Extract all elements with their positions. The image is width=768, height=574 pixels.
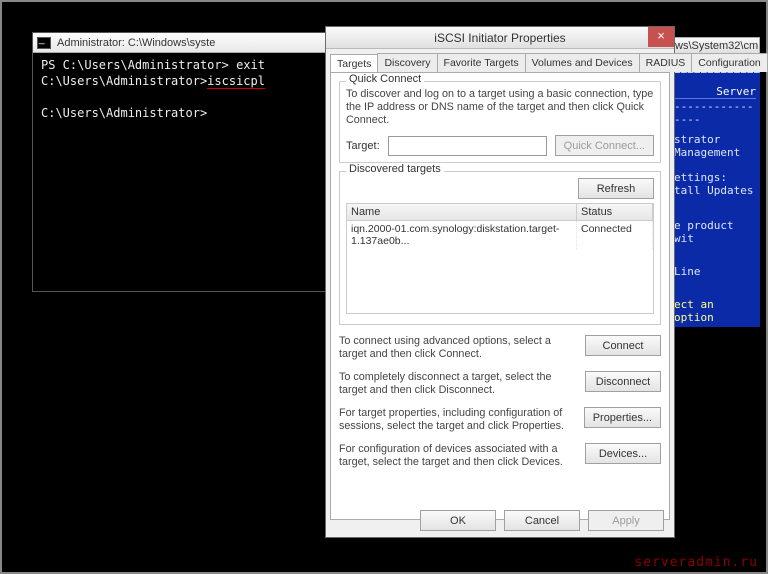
devices-text: For configuration of devices associated … [339,443,579,469]
highlighted-cmd: iscsicpl [207,74,265,89]
tab-volumes-devices[interactable]: Volumes and Devices [525,53,640,72]
quick-connect-help: To discover and log on to a target using… [346,88,654,127]
tab-configuration[interactable]: Configuration [691,53,767,72]
sconfig-title-fragment: ws\System32\cm [675,40,758,52]
refresh-button[interactable]: Refresh [578,178,654,199]
close-button[interactable]: × [648,27,674,47]
disconnect-button[interactable]: Disconnect [585,371,661,392]
apply-button[interactable]: Apply [588,510,664,531]
blue-prompt: ect an option [674,298,756,324]
quick-connect-title: Quick Connect [346,73,424,85]
targets-list[interactable]: Name Status iqn.2000-01.com.synology:dis… [346,203,654,314]
tab-discovery[interactable]: Discovery [377,53,437,72]
properties-text: For target properties, including configu… [339,407,578,433]
blue-item-4: e product wit [674,219,756,245]
console-line-0: PS C:\Users\Administrator> exit [41,58,265,72]
blue-item-3: tall Updates [674,184,756,197]
disconnect-text: To completely disconnect a target, selec… [339,371,579,397]
dialog-buttons: OK Cancel Apply [420,510,664,531]
console-icon [37,37,51,49]
table-row[interactable]: iqn.2000-01.com.synology:diskstation.tar… [347,221,653,249]
target-status-cell: Connected [577,221,653,249]
tab-favorite-targets[interactable]: Favorite Targets [437,53,526,72]
watermark: serveradmin.ru [634,555,758,570]
blue-item-6: Line [674,265,756,278]
cancel-button[interactable]: Cancel [504,510,580,531]
disconnect-row: To completely disconnect a target, selec… [339,371,661,397]
devices-button[interactable]: Devices... [585,443,661,464]
quick-connect-group: Quick Connect To discover and log on to … [339,81,661,163]
properties-button[interactable]: Properties... [584,407,661,428]
blue-divider-2: ---------------- [674,98,756,127]
connect-row: To connect using advanced options, selec… [339,335,661,361]
dialog-titlebar[interactable]: iSCSI Initiator Properties × [326,27,674,49]
target-input[interactable] [388,136,547,156]
console-line-3: C:\Users\Administrator> [41,106,207,120]
sconfig-panel[interactable]: ================ Server ----------------… [670,57,760,327]
connect-text: To connect using advanced options, selec… [339,335,579,361]
powershell-title: Administrator: C:\Windows\syste [57,37,215,49]
tab-targets[interactable]: Targets [330,54,378,73]
console-line-1: C:\Users\Administrator>iscsicpl [41,74,265,89]
blue-item-1: strator [674,133,756,146]
tab-body: Quick Connect To discover and log on to … [330,72,670,520]
ok-button[interactable]: OK [420,510,496,531]
tab-strip: Targets Discovery Favorite Targets Volum… [326,49,674,72]
quick-connect-button[interactable]: Quick Connect... [555,135,654,156]
connect-button[interactable]: Connect [585,335,661,356]
blue-item-2: Management [674,146,756,159]
devices-row: For configuration of devices associated … [339,443,661,469]
discovered-targets-title: Discovered targets [346,163,444,175]
targets-header: Name Status [347,204,653,221]
col-name-header[interactable]: Name [347,204,577,220]
close-icon: × [657,28,665,43]
discovered-targets-group: Discovered targets Refresh Name Status i… [339,171,661,325]
tab-radius[interactable]: RADIUS [639,53,693,72]
target-name-cell: iqn.2000-01.com.synology:diskstation.tar… [347,221,577,249]
properties-row: For target properties, including configu… [339,407,661,433]
server-header: Server [674,85,756,98]
iscsi-dialog: iSCSI Initiator Properties × Targets Dis… [325,26,675,538]
blue-settings-label: ettings: [674,171,756,184]
dialog-title: iSCSI Initiator Properties [434,31,565,45]
col-status-header[interactable]: Status [577,204,653,220]
target-label: Target: [346,140,380,152]
